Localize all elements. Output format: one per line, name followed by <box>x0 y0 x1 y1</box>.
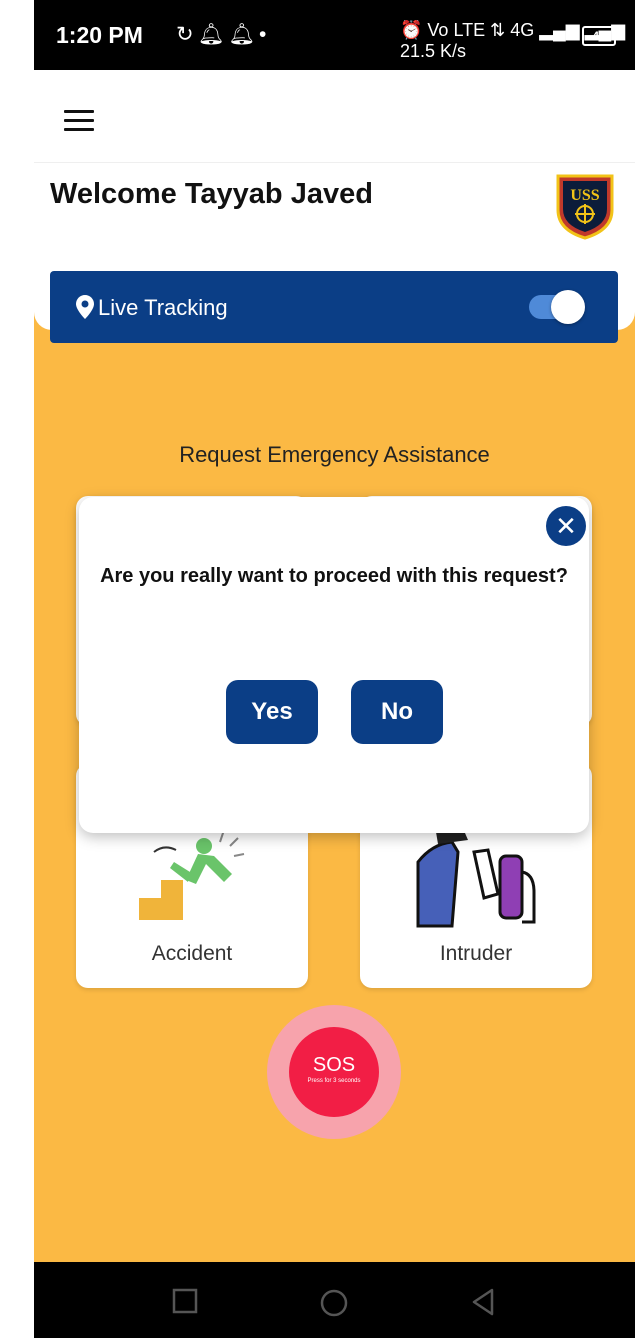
status-time: 1:20 PM <box>56 22 143 48</box>
yes-button[interactable]: Yes <box>226 680 318 744</box>
sync-icon: ↻ <box>176 23 198 46</box>
welcome-title: Welcome Tayyab Javed <box>50 178 373 210</box>
recents-square-icon[interactable] <box>172 1288 198 1314</box>
sos-label: SOS <box>312 1054 356 1076</box>
confirm-dialog: ✕ Are you really want to proceed with th… <box>79 497 589 833</box>
app-screen: 1:20 PM ↻🔔︎🔔︎• ⏰ Vo LTE ⇅ 4G ▂▄▆ ▂▄▆ 21.… <box>34 0 635 1338</box>
bell-icon: 🔔︎ <box>228 23 259 46</box>
intruder-label: Intruder <box>439 942 513 965</box>
close-icon[interactable]: ✕ <box>546 506 586 546</box>
hamburger-menu-icon[interactable] <box>64 110 94 132</box>
sos-sublabel: Press for 3 seconds <box>307 1078 361 1084</box>
dialog-message: Are you really want to proceed with this… <box>100 565 568 587</box>
section-title: Request Emergency Assistance <box>179 442 490 467</box>
live-tracking-label: Live Tracking <box>98 295 228 320</box>
home-circle-icon[interactable] <box>319 1288 349 1318</box>
no-button[interactable]: No <box>351 680 443 744</box>
sos-button[interactable]: SOS Press for 3 seconds <box>289 1027 379 1117</box>
live-tracking-toggle[interactable] <box>529 290 585 324</box>
battery-icon: 43 <box>582 26 616 46</box>
header-divider <box>34 162 635 163</box>
bell-icon: 🔔︎ <box>197 23 229 46</box>
toggle-knob <box>551 290 585 324</box>
system-nav-bar <box>34 1262 635 1338</box>
intruder-icon <box>416 826 536 928</box>
accident-fall-icon <box>139 829 245 920</box>
back-triangle-icon[interactable] <box>470 1288 496 1316</box>
status-notification-icons: ↻🔔︎🔔︎• <box>176 22 270 47</box>
live-tracking-bar: Live Tracking <box>50 271 618 343</box>
sos-button-halo: SOS Press for 3 seconds <box>267 1005 401 1139</box>
dot-icon: • <box>258 23 271 46</box>
location-pin-icon <box>76 295 94 319</box>
status-bar: 1:20 PM ↻🔔︎🔔︎• ⏰ Vo LTE ⇅ 4G ▂▄▆ ▂▄▆ 21.… <box>34 0 635 70</box>
accident-label: Accident <box>151 942 233 965</box>
logo-text: USS <box>570 187 599 204</box>
uss-logo: USS <box>556 174 614 240</box>
